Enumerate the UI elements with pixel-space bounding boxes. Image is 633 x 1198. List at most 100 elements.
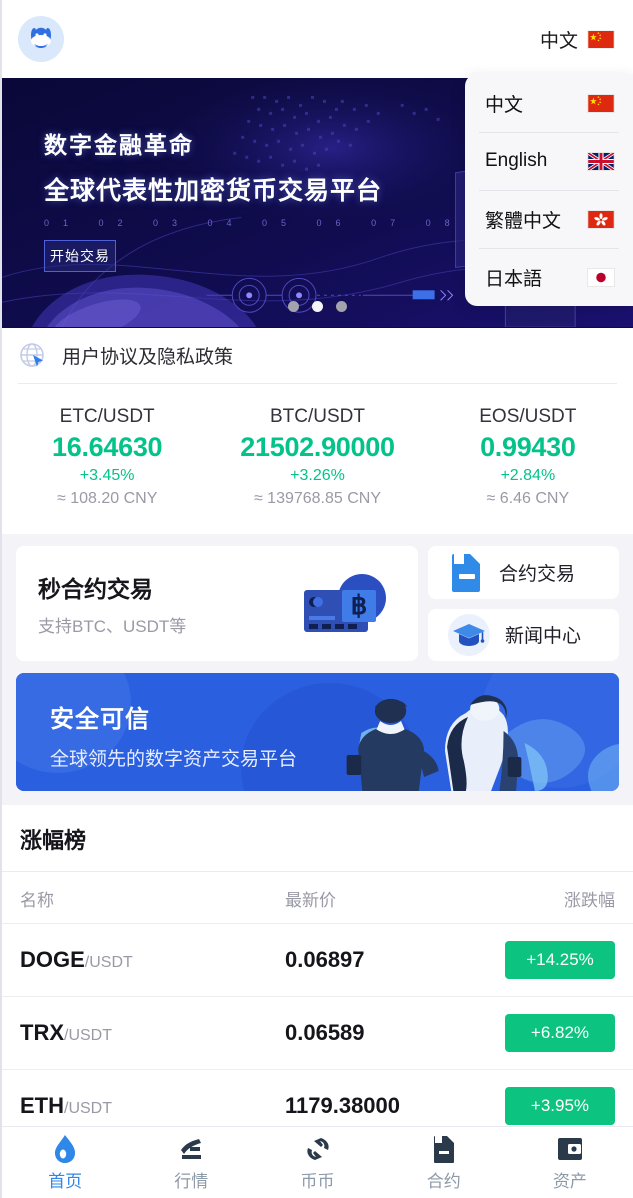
promo-title: 安全可信 — [50, 706, 150, 733]
gainers-table-header: 名称 最新价 涨跌幅 — [2, 872, 633, 923]
status-badge: +6.82% — [505, 1014, 615, 1052]
tab-exchange[interactable]: 币币 — [254, 1134, 380, 1192]
row-quote: /USDT — [64, 1027, 112, 1044]
ticker-pair: ETC/USDT — [59, 406, 155, 427]
ticker-change: +3.45% — [79, 467, 135, 484]
language-option-zh-cn[interactable]: 中文 — [465, 74, 633, 132]
language-option-zh-hant[interactable]: 繁體中文 — [465, 190, 633, 248]
row-symbol: DOGE — [20, 947, 85, 972]
promo-subtitle: 全球领先的数字资产交易平台 — [50, 749, 298, 770]
row-price: 1179.38000 — [285, 1093, 401, 1118]
wallet-icon — [507, 1134, 633, 1164]
graduation-cap-icon — [448, 613, 490, 656]
news-center-label: 新闻中心 — [505, 626, 582, 648]
contract-trading-entry[interactable]: 合约交易 — [428, 546, 619, 599]
tab-contract-label: 合约 — [426, 1171, 461, 1191]
ticker-cny-value: ≈ 108.20 CNY — [56, 490, 158, 507]
status-badge: +14.25% — [505, 941, 615, 979]
jp-flag-icon — [587, 267, 615, 287]
svg-text:฿: ฿ — [351, 590, 368, 620]
carousel-dot[interactable] — [336, 301, 347, 312]
ticker-change: +3.26% — [290, 467, 345, 484]
exchange-arrows-icon — [254, 1134, 380, 1164]
row-symbol: TRX — [20, 1020, 64, 1045]
language-option-label: 繁體中文 — [485, 210, 562, 232]
contract-trading-label: 合约交易 — [499, 563, 576, 585]
banner-title-line1: 数字金融革命 — [44, 132, 194, 158]
news-center-entry[interactable]: 新闻中心 — [428, 608, 619, 661]
tab-assets[interactable]: 资产 — [507, 1134, 633, 1192]
language-selector-label: 中文 — [539, 30, 578, 52]
banner-number-strip: 01 02 03 04 05 06 07 08 09 — [44, 218, 519, 228]
row-quote: /USDT — [84, 954, 133, 971]
table-row[interactable]: DOGE/USDT 0.06897 +14.25% — [2, 923, 633, 996]
tab-assets-label: 资产 — [552, 1171, 587, 1191]
tab-home[interactable]: 首页 — [2, 1134, 128, 1192]
flame-icon — [2, 1134, 128, 1164]
market-chart-icon — [128, 1134, 254, 1164]
language-option-label: English — [485, 150, 548, 171]
promo-banner[interactable]: 安全可信 全球领先的数字资产交易平台 — [16, 673, 619, 791]
cn-flag-icon — [587, 29, 615, 49]
start-trading-button[interactable]: 开始交易 — [44, 240, 116, 272]
tab-markets[interactable]: 行情 — [128, 1134, 254, 1192]
tab-markets-label: 行情 — [174, 1171, 209, 1191]
cn-flag-icon — [587, 93, 615, 113]
notice-row[interactable]: 用户协议及隐私政策 — [18, 328, 617, 384]
ticker-change: +2.84% — [500, 467, 556, 484]
credit-card-bitcoin-icon: ฿ — [304, 573, 386, 632]
uk-flag-icon — [587, 151, 615, 171]
carousel-dot-active[interactable] — [312, 301, 323, 312]
second-contract-text: 秒合约交易 支持BTC、USDT等 — [38, 570, 186, 637]
banner-text-block: 数字金融革命 全球代表性加密货币交易平台 01 02 03 04 05 06 0… — [44, 126, 518, 272]
row-change-cell: +3.95% — [505, 1087, 615, 1125]
tab-exchange-label: 币币 — [300, 1171, 335, 1191]
row-change-cell: +14.25% — [505, 941, 615, 979]
contract-document-icon — [452, 554, 480, 593]
column-header-change: 涨跌幅 — [564, 891, 615, 910]
tab-contract[interactable]: 合约 — [381, 1134, 507, 1192]
tab-home-label: 首页 — [48, 1171, 83, 1191]
column-header-name: 名称 — [20, 891, 54, 910]
row-change-cell: +6.82% — [505, 1014, 615, 1052]
notice-section: 用户协议及隐私政策 — [2, 328, 633, 384]
language-option-label: 中文 — [485, 94, 524, 116]
language-dropdown-menu[interactable]: 中文 English 繁體中文 日本語 — [465, 74, 633, 306]
second-contract-entry-card[interactable]: 秒合约交易 支持BTC、USDT等 ฿ — [16, 546, 418, 661]
ticker-pair: EOS/USDT — [479, 406, 577, 427]
ticker-price: 0.99430 — [480, 432, 576, 462]
quick-entry-section: 秒合约交易 支持BTC、USDT等 ฿ 合约交易 新闻中心 — [2, 534, 633, 661]
ticker-cny-value: ≈ 139768.85 CNY — [253, 490, 382, 507]
gainers-ranking-section: 涨幅榜 名称 最新价 涨跌幅 DOGE/USDT 0.06897 +14.25%… — [2, 805, 633, 1142]
language-option-label: 日本語 — [485, 268, 543, 290]
row-symbol: ETH — [20, 1093, 64, 1118]
language-selector-button[interactable]: 中文 — [540, 26, 615, 53]
ticker-card-btc[interactable]: BTC/USDT 21502.90000 +3.26% ≈ 139768.85 … — [212, 406, 422, 508]
table-row[interactable]: TRX/USDT 0.06589 +6.82% — [2, 996, 633, 1069]
carousel-dot[interactable] — [288, 301, 299, 312]
row-quote: /USDT — [64, 1100, 112, 1117]
ticker-card-eos[interactable]: EOS/USDT 0.99430 +2.84% ≈ 6.46 CNY — [423, 406, 633, 508]
row-price: 0.06589 — [285, 1020, 365, 1045]
globe-icon — [20, 342, 44, 367]
row-symbol-cell: ETH/USDT — [20, 1093, 285, 1119]
row-symbol-cell: DOGE/USDT — [20, 947, 285, 973]
second-contract-subtitle: 支持BTC、USDT等 — [38, 617, 187, 636]
logo-animal-face-icon — [31, 27, 51, 48]
hk-flag-icon — [587, 209, 615, 229]
contract-icon — [381, 1134, 507, 1164]
language-option-english[interactable]: English — [465, 132, 633, 190]
app-header: 中文 — [2, 0, 633, 78]
app-logo[interactable] — [18, 16, 64, 62]
quick-entry-column: 合约交易 新闻中心 — [428, 546, 619, 661]
promo-text-block: 安全可信 全球领先的数字资产交易平台 — [50, 699, 297, 771]
language-option-japanese[interactable]: 日本語 — [465, 248, 633, 306]
ticker-cny-value: ≈ 6.46 CNY — [486, 490, 570, 507]
ticker-price: 16.64630 — [52, 432, 163, 462]
notice-text: 用户协议及隐私政策 — [62, 347, 234, 368]
ticker-price: 21502.90000 — [240, 432, 395, 462]
ticker-pair: BTC/USDT — [269, 406, 365, 427]
gainers-section-title: 涨幅榜 — [2, 805, 633, 872]
ticker-card-etc[interactable]: ETC/USDT 16.64630 +3.45% ≈ 108.20 CNY — [2, 406, 212, 508]
status-badge: +3.95% — [505, 1087, 615, 1125]
